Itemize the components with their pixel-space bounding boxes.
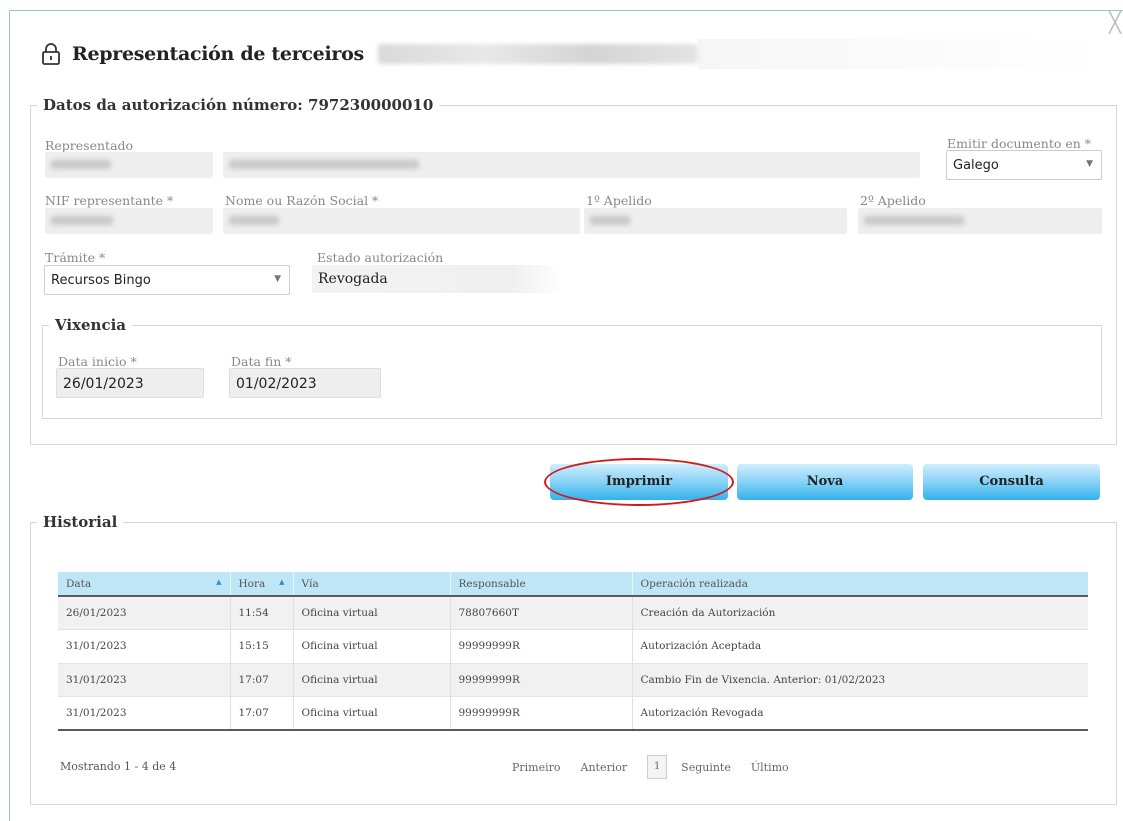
cell-data: 31/01/2023 (58, 696, 231, 730)
representado-label: Representado (45, 138, 134, 153)
apelido2-field (858, 208, 1102, 234)
estado-value: Revogada (312, 265, 564, 293)
column-header-operacion[interactable]: Operación realizada (632, 572, 1088, 597)
emitir-documento-label: Emitir documento en * (947, 136, 1092, 151)
nif-field (45, 208, 213, 234)
cell-data: 31/01/2023 (58, 629, 231, 663)
cell-operacion: Cambio Fin de Vixencia. Anterior: 01/02/… (640, 673, 886, 686)
cell-hora: 15:15 (230, 629, 294, 663)
column-header-hora[interactable]: Hora ▲ (230, 572, 294, 597)
representado-id-field (45, 152, 213, 178)
apelido1-label: 1º Apelido (586, 193, 652, 208)
history-legend: Historial (43, 513, 118, 531)
cell-data: 31/01/2023 (58, 663, 231, 697)
apelido1-field (584, 208, 847, 234)
cell-hora: 11:54 (230, 596, 294, 630)
history-table: Data ▲ Hora ▲ Vía Responsable Operación re… (58, 572, 1088, 731)
pager-last-link[interactable]: Último (751, 761, 789, 774)
chevron-down-icon: ▼ (1086, 159, 1093, 169)
pager-next-link[interactable]: Seguinte (681, 761, 731, 774)
column-header-data[interactable]: Data ▲ (58, 572, 231, 597)
tramite-select-value: Recursos Bingo (51, 273, 151, 288)
table-header-row: Data ▲ Hora ▲ Vía Responsable Operación re… (58, 572, 1088, 597)
consult-button[interactable]: Consulta (923, 464, 1100, 500)
showing-count: Mostrando 1 - 4 de 4 (60, 760, 177, 773)
tramite-label: Trámite * (45, 250, 106, 265)
language-select[interactable]: Galego ▼ (946, 150, 1102, 180)
pager-prev-link[interactable]: Anterior (581, 761, 628, 774)
table-row[interactable]: 26/01/2023 11:54 Oficina virtual 7880766… (58, 596, 1088, 630)
column-header-via[interactable]: Vía (293, 572, 451, 597)
lock-icon (42, 43, 60, 65)
cell-responsable: 78807660T (450, 596, 633, 630)
redacted-title-detail (377, 44, 698, 64)
cell-via: Oficina virtual (293, 663, 451, 697)
cell-hora: 17:07 (230, 696, 294, 730)
cell-operacion: Creación da Autorización (640, 607, 776, 619)
pager-first-link[interactable]: Primeiro (512, 761, 561, 774)
print-button[interactable]: Imprimir (550, 464, 728, 500)
authorization-legend: Datos da autorización número: 7972300000… (43, 96, 434, 114)
vixencia-legend: Vixencia (55, 316, 127, 334)
pagination: Primeiro Anterior 1 Seguinte Último (512, 755, 809, 779)
chevron-down-icon: ▼ (274, 274, 281, 284)
apelido2-label: 2º Apelido (860, 193, 926, 208)
data-fin-field[interactable]: 01/02/2023 (229, 368, 381, 398)
cell-via: Oficina virtual (293, 596, 451, 630)
close-icon[interactable]: ╳ (1109, 12, 1123, 34)
tramite-select[interactable]: Recursos Bingo ▼ (44, 265, 290, 295)
data-fin-label: Data fin * (231, 354, 292, 369)
sort-asc-icon[interactable]: ▲ (216, 578, 221, 586)
cell-responsable: 99999999R (450, 663, 633, 697)
page-title: Representación de terceiros (72, 43, 364, 65)
cell-via: Oficina virtual (293, 696, 451, 730)
new-button[interactable]: Nova (737, 464, 913, 500)
cell-via: Oficina virtual (293, 629, 451, 663)
nome-field (223, 208, 580, 234)
language-select-value: Galego (953, 158, 999, 173)
cell-operacion: Autorización Revogada (640, 707, 764, 719)
table-row[interactable]: 31/01/2023 15:15 Oficina virtual 9999999… (58, 629, 1088, 663)
dialog-title-bar: Representación de terceiros (40, 38, 1104, 70)
cell-responsable: 99999999R (450, 696, 633, 730)
data-inicio-field[interactable]: 26/01/2023 (56, 368, 204, 398)
table-row[interactable]: 31/01/2023 17:07 Oficina virtual 9999999… (58, 696, 1088, 730)
pager-page-1[interactable]: 1 (647, 755, 668, 779)
data-inicio-label: Data inicio * (58, 354, 137, 369)
representado-name-field (223, 152, 920, 178)
cell-operacion: Autorización Aceptada (640, 640, 762, 653)
cell-data: 26/01/2023 (58, 596, 231, 630)
sort-asc-icon[interactable]: ▲ (279, 578, 284, 586)
table-row[interactable]: 31/01/2023 17:07 Oficina virtual 9999999… (58, 663, 1088, 697)
estado-label: Estado autorización (317, 250, 444, 265)
nome-label: Nome ou Razón Social * (225, 193, 379, 208)
cell-hora: 17:07 (230, 663, 294, 697)
cell-responsable: 99999999R (450, 629, 633, 663)
nif-label: NIF representante * (45, 193, 174, 208)
column-header-responsable[interactable]: Responsable (450, 572, 633, 597)
